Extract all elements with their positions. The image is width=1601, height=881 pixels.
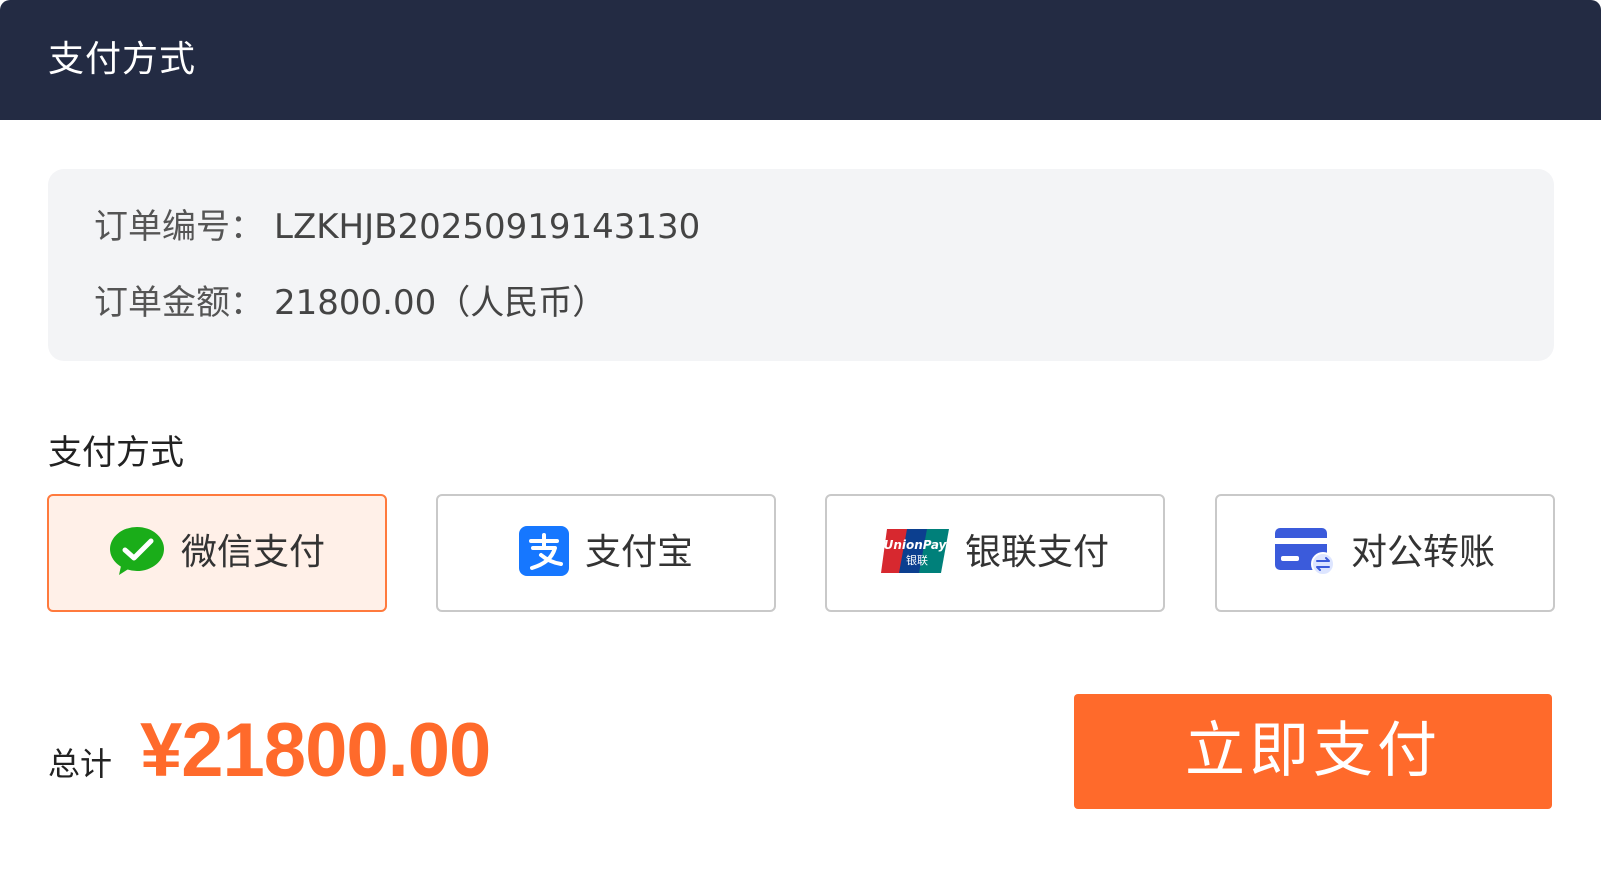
pay-now-button[interactable]: 立即支付 (1074, 694, 1552, 809)
payment-option-label: 对公转账 (1350, 532, 1495, 573)
bank-transfer-icon (1274, 526, 1335, 580)
payment-option-transfer[interactable]: 对公转账 (1215, 494, 1555, 612)
total-label: 总计 (48, 745, 113, 783)
order-info-panel: 订单编号： LZKHJB20250919143130 订单金额： 21800.00（… (48, 169, 1554, 361)
svg-text:UnionPay: UnionPay (884, 538, 948, 552)
svg-text:银联: 银联 (906, 553, 928, 567)
order-amount-label: 订单金额： (94, 283, 264, 323)
order-amount-row: 订单金额： 21800.00（人民币） (94, 281, 606, 325)
payment-option-unionpay[interactable]: UnionPay 银联 银联支付 (825, 494, 1165, 612)
order-number-label: 订单编号： (94, 207, 264, 247)
payment-section-title: 支付方式 (48, 433, 184, 473)
order-number-value: LZKHJB20250919143130 (274, 207, 701, 247)
payment-option-wechat[interactable]: 微信支付 (47, 494, 387, 612)
payment-method-list: 微信支付 支付宝 UnionPay 银联 银联支付 对公转账 (47, 494, 1555, 612)
order-number-row: 订单编号： LZKHJB20250919143130 (94, 205, 700, 249)
payment-option-alipay[interactable]: 支付宝 (436, 494, 776, 612)
payment-option-label: 支付宝 (584, 532, 693, 573)
dialog-header: 支付方式 (0, 0, 1601, 120)
unionpay-icon: UnionPay 银联 (880, 529, 949, 577)
order-amount-value: 21800.00（人民币） (274, 283, 607, 323)
total-amount: ¥21800.00 (140, 708, 491, 793)
alipay-icon (518, 526, 569, 580)
payment-option-label: 银联支付 (964, 532, 1109, 573)
payment-option-label: 微信支付 (180, 532, 325, 573)
wechat-pay-icon (109, 526, 165, 580)
header-title: 支付方式 (48, 39, 197, 80)
